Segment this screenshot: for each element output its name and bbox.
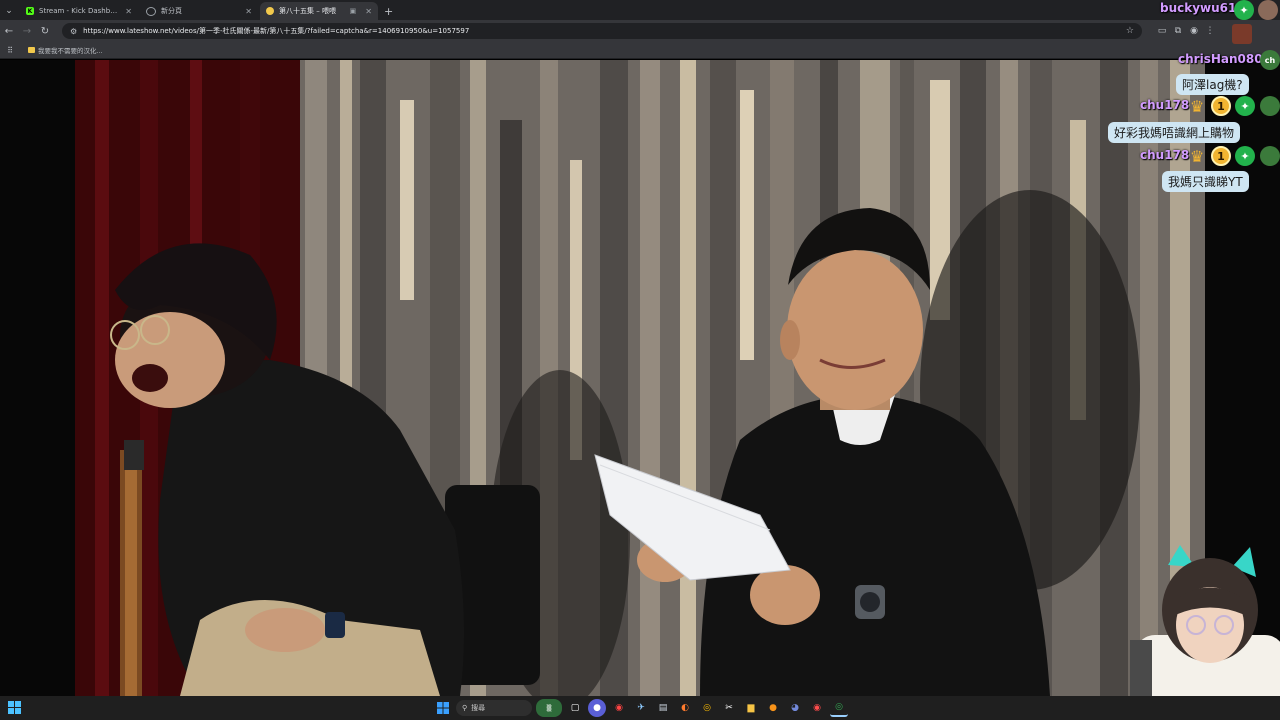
site-info-icon[interactable]: ⚙ xyxy=(70,27,77,36)
emote-icon xyxy=(1232,24,1252,44)
steam-icon[interactable]: ✈ xyxy=(632,699,650,717)
bookmark-label: 我要我不需要的汉化... xyxy=(38,47,103,55)
taskbar-search[interactable]: ⚲ 搜尋 xyxy=(456,700,532,716)
chat-username: chu178 xyxy=(1140,98,1190,112)
start-button[interactable] xyxy=(434,699,452,717)
bookmark-item[interactable]: 我要我不需要的汉化... xyxy=(28,45,103,55)
file-explorer-icon[interactable]: ▆ xyxy=(742,699,760,717)
windows-widget-icon[interactable] xyxy=(8,701,21,714)
video-frame xyxy=(0,60,1280,696)
capcut-icon[interactable]: ✂ xyxy=(720,699,738,717)
folder-icon xyxy=(28,47,35,53)
chrome-active-icon[interactable]: ◎ xyxy=(830,699,848,717)
bookmark-star-icon[interactable]: ☆ xyxy=(1126,26,1134,36)
search-icon: ⚲ xyxy=(462,704,468,712)
close-tab-icon[interactable]: ✕ xyxy=(365,7,372,16)
cast-icon[interactable]: ▭ xyxy=(1154,26,1170,36)
star-badge-icon: ✦ xyxy=(1235,96,1255,116)
avatar-icon xyxy=(1258,0,1278,20)
search-label: 搜尋 xyxy=(471,704,486,712)
url-text: https://www.lateshow.net/videos/第一季-杜氏關係… xyxy=(83,27,470,35)
apps-grid-icon[interactable]: ⠿ xyxy=(0,46,20,55)
crown-badge-icon: ♛ xyxy=(1189,96,1205,116)
address-bar[interactable]: ⚙ https://www.lateshow.net/videos/第一季-杜氏… xyxy=(62,23,1142,39)
image-app-icon[interactable]: ▤ xyxy=(654,699,672,717)
profile-icon[interactable]: ◉ xyxy=(1186,26,1202,36)
tab-search-icon[interactable]: ⌄ xyxy=(0,2,18,20)
chat-message: 好彩我媽唔識網上購物 xyxy=(1108,122,1241,143)
chat-username: chu178 xyxy=(1140,148,1190,162)
close-tab-icon[interactable]: ✕ xyxy=(125,7,132,16)
discord-icon[interactable]: ◕ xyxy=(786,699,804,717)
guitar xyxy=(120,440,144,696)
kick-icon: K xyxy=(26,7,34,15)
avatar-icon xyxy=(1260,96,1280,116)
crown-badge-icon: ♛ xyxy=(1189,146,1205,166)
chrome-app-icon[interactable]: ◉ xyxy=(610,699,628,717)
back-icon[interactable]: ← xyxy=(0,26,18,37)
chrome-icon[interactable]: ◎ xyxy=(698,699,716,717)
widgets-icon[interactable]: ▒ xyxy=(536,699,562,717)
tab-video-page[interactable]: 第八十五集 – 喂喂 ▣ ✕ xyxy=(260,2,378,20)
bitcoin-icon[interactable]: ● xyxy=(764,699,782,717)
chat-username: buckywu616 xyxy=(1160,1,1245,15)
obs-icon[interactable]: ◉ xyxy=(808,699,826,717)
star-badge-icon: ✦ xyxy=(1234,0,1254,20)
browser-tab-bar: ⌄ K Stream - Kick Dashboard ✕ 新分頁 ✕ 第八十五… xyxy=(0,0,1280,20)
chat-app-icon[interactable]: ● xyxy=(588,699,606,717)
video-player[interactable]: buckywu616 xyxy=(0,60,1280,696)
rank-badge-icon: 1 xyxy=(1211,146,1231,166)
media-playing-icon[interactable]: ▣ xyxy=(350,7,357,15)
avatar-icon: ch xyxy=(1260,50,1280,70)
tab-title: Stream - Kick Dashboard xyxy=(39,7,121,15)
new-tab-button[interactable]: + xyxy=(384,2,393,20)
taskbar: ⚲ 搜尋 ▒ ▢ ● ◉ ✈ ▤ ◐ ◎ ✂ ▆ ● ◕ ◉ ◎ xyxy=(0,696,1280,720)
webcam-overlay xyxy=(1130,545,1280,696)
forward-icon[interactable]: → xyxy=(18,26,36,37)
tab-title: 第八十五集 – 喂喂 xyxy=(279,7,336,15)
avatar-icon xyxy=(1260,146,1280,166)
menu-icon[interactable]: ⋮ xyxy=(1202,26,1218,36)
rank-badge-icon: 1 xyxy=(1211,96,1231,116)
bookmarks-bar: ⠿ 我要我不需要的汉化... xyxy=(0,42,1280,59)
task-view-icon[interactable]: ▢ xyxy=(566,699,584,717)
extensions-icon[interactable]: ⧉ xyxy=(1170,26,1186,36)
reload-icon[interactable]: ↻ xyxy=(36,26,54,37)
tab-new-tab[interactable]: 新分頁 ✕ xyxy=(140,2,258,20)
chat-message: 阿澤lag機? xyxy=(1176,74,1249,95)
browser-toolbar: ← → ↻ ⚙ https://www.lateshow.net/videos/… xyxy=(0,20,1280,42)
star-badge-icon: ✦ xyxy=(1235,146,1255,166)
tab-title: 新分頁 xyxy=(161,7,182,15)
chat-username: chrisHan0801 xyxy=(1178,52,1271,66)
dark-backdrop xyxy=(0,60,80,696)
firefox-icon[interactable]: ◐ xyxy=(676,699,694,717)
close-tab-icon[interactable]: ✕ xyxy=(245,7,252,16)
chat-message: 我媽只識睇YT xyxy=(1162,171,1249,192)
site-icon xyxy=(266,7,274,15)
chrome-icon xyxy=(146,6,156,16)
tab-kick-dashboard[interactable]: K Stream - Kick Dashboard ✕ xyxy=(20,2,138,20)
